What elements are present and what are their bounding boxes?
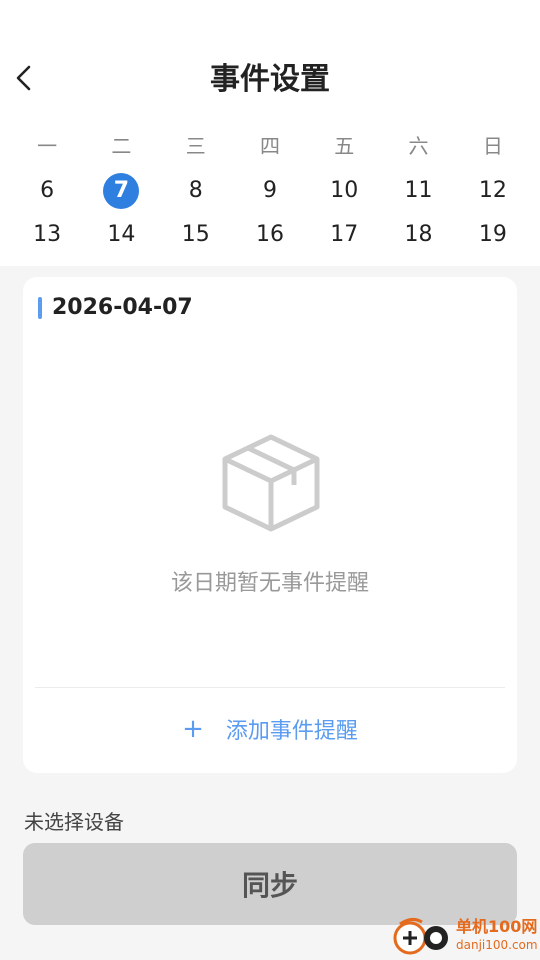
watermark-logo-icon [393, 917, 448, 955]
date-cell[interactable]: 10 [307, 172, 381, 210]
page-title: 事件设置 [210, 62, 330, 97]
date-cell[interactable]: 19 [456, 216, 530, 254]
date-cell[interactable]: 14 [84, 216, 158, 254]
accent-bar [38, 296, 42, 319]
plus-icon: + [182, 714, 204, 744]
weekday-label: 六 [408, 134, 429, 158]
weekday-row: 一 二 三 四 五 六 日 [10, 132, 530, 160]
date-cell[interactable]: 11 [381, 172, 455, 210]
date-cell[interactable]: 17 [307, 216, 381, 254]
sync-button[interactable]: 同步 [23, 843, 517, 925]
weekday-label: 二 [111, 134, 132, 158]
divider [35, 687, 505, 688]
watermark: 单机100网 danji100.com [392, 916, 538, 956]
device-status: 未选择设备 [24, 810, 124, 834]
date-row-2: 13 14 15 16 17 18 19 [10, 216, 530, 254]
selected-date-heading: 2026-04-07 [38, 295, 193, 320]
box-icon [222, 434, 320, 532]
weekday-label: 四 [259, 134, 280, 158]
date-cell[interactable]: 8 [159, 172, 233, 210]
date-row-1: 6 7 8 9 10 11 12 [10, 172, 530, 210]
watermark-en: danji100.com [456, 938, 538, 952]
date-cell[interactable]: 9 [233, 172, 307, 210]
calendar-header-area: 事件设置 一 二 三 四 五 六 日 6 7 8 9 10 11 12 13 1… [0, 0, 540, 266]
watermark-text: 单机100网 danji100.com [456, 918, 538, 954]
date-cell[interactable]: 6 [10, 172, 84, 210]
add-event-label: 添加事件提醒 [225, 719, 358, 744]
watermark-cn: 单机100网 [456, 917, 538, 936]
date-cell-selected[interactable]: 7 [84, 172, 158, 210]
weekday-label: 日 [482, 134, 503, 158]
date-cell[interactable]: 18 [381, 216, 455, 254]
date-cell[interactable]: 13 [10, 216, 84, 254]
date-cell[interactable]: 12 [456, 172, 530, 210]
selected-date: 2026-04-07 [52, 295, 193, 320]
date-cell[interactable]: 15 [159, 216, 233, 254]
date-cell[interactable]: 16 [233, 216, 307, 254]
event-card: 2026-04-07 该日期暂无事件提醒 + 添加事件提醒 [23, 277, 517, 773]
empty-state-text: 该日期暂无事件提醒 [170, 571, 369, 596]
weekday-label: 三 [185, 134, 206, 158]
weekday-label: 一 [37, 134, 58, 158]
weekday-label: 五 [334, 134, 355, 158]
add-event-button[interactable]: + 添加事件提醒 [23, 703, 517, 755]
